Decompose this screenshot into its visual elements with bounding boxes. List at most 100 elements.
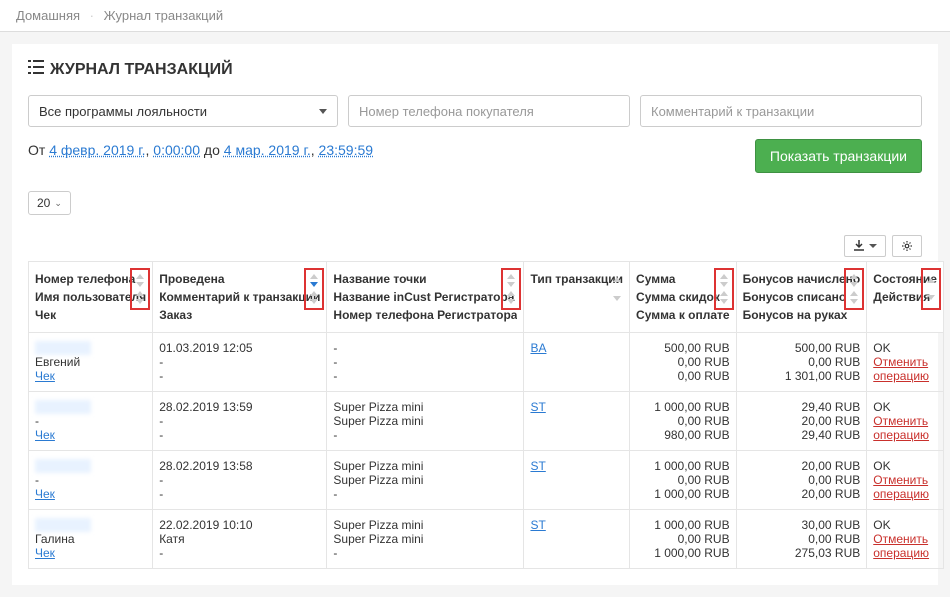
bonus-accrued: 29,40 RUB (743, 400, 861, 414)
state-label: OK (873, 400, 937, 414)
registrar-name: Super Pizza mini (333, 414, 517, 428)
sum-discount: 0,00 RUB (636, 473, 730, 487)
list-icon (28, 60, 44, 79)
from-time-link[interactable]: 0:00:00 (153, 142, 200, 158)
chevron-down-icon (319, 109, 327, 114)
tx-type-link[interactable]: ST (530, 459, 545, 473)
check-link[interactable]: Чек (35, 369, 55, 383)
tx-order: - (159, 487, 320, 501)
sum-total: 1 000,00 RUB (636, 459, 730, 473)
bonus-accrued: 20,00 RUB (743, 459, 861, 473)
registrar-phone: - (333, 487, 517, 501)
check-link[interactable]: Чек (35, 428, 55, 442)
sum-discount: 0,00 RUB (636, 414, 730, 428)
tx-date: 28.02.2019 13:58 (159, 459, 320, 473)
registrar-name: Super Pizza mini (333, 532, 517, 546)
table-row: ************ - Чек 28.02.2019 13:59 - - … (29, 392, 944, 451)
user-name: Галина (35, 532, 75, 546)
col-state[interactable]: СостояниеДействия (867, 262, 944, 333)
sort-indicator[interactable] (921, 268, 941, 310)
user-name: Евгений (35, 355, 80, 369)
bonus-accrued: 500,00 RUB (743, 341, 861, 355)
sum-topay: 0,00 RUB (636, 369, 730, 383)
bonus-balance: 1 301,00 RUB (743, 369, 861, 383)
point-name: Super Pizza mini (333, 459, 517, 473)
cancel-operation-link[interactable]: Отменить операцию (873, 532, 929, 560)
col-date[interactable]: ПроведенаКомментарий к транзакцииЗаказ (153, 262, 327, 333)
col-type[interactable]: Тип транзакции (524, 262, 630, 333)
col-phone[interactable]: Номер телефонаИмя пользователяЧек (29, 262, 153, 333)
phone-masked: ************ (35, 341, 91, 355)
tx-comment: - (159, 414, 320, 428)
to-date-link[interactable]: 4 мар. 2019 г. (224, 142, 311, 158)
point-name: Super Pizza mini (333, 518, 517, 532)
col-point[interactable]: Название точкиНазвание inCust Регистрато… (327, 262, 524, 333)
table-row: ************ Евгений Чек 01.03.2019 12:0… (29, 333, 944, 392)
chevron-down-icon: ⌄ (54, 198, 62, 209)
bonus-spent: 20,00 RUB (743, 414, 861, 428)
bonus-spent: 0,00 RUB (743, 473, 861, 487)
chevron-down-icon (869, 244, 877, 248)
sort-indicator[interactable] (844, 268, 864, 310)
phone-masked: ************ (35, 400, 91, 414)
sum-topay: 1 000,00 RUB (636, 546, 730, 560)
cancel-operation-link[interactable]: Отменить операцию (873, 414, 929, 442)
sum-total: 1 000,00 RUB (636, 400, 730, 414)
from-date-link[interactable]: 4 февр. 2019 г. (49, 142, 145, 158)
cancel-operation-link[interactable]: Отменить операцию (873, 473, 929, 501)
sort-indicator[interactable] (501, 268, 521, 310)
tx-type-link[interactable]: ST (530, 518, 545, 532)
table-row: ************ Галина Чек 22.02.2019 10:10… (29, 510, 944, 569)
sum-total: 1 000,00 RUB (636, 518, 730, 532)
tx-comment: - (159, 355, 320, 369)
loyalty-program-select[interactable]: Все программы лояльности (28, 95, 338, 127)
point-name: - (333, 341, 517, 355)
bonus-spent: 0,00 RUB (743, 532, 861, 546)
point-name: Super Pizza mini (333, 400, 517, 414)
tx-order: - (159, 428, 320, 442)
sort-indicator[interactable] (304, 268, 324, 310)
comment-filter-input[interactable] (651, 104, 911, 119)
tx-date: 22.02.2019 10:10 (159, 518, 320, 532)
sort-indicator[interactable] (714, 268, 734, 310)
registrar-name: Super Pizza mini (333, 473, 517, 487)
download-button[interactable] (844, 235, 886, 257)
page-size-select[interactable]: 20⌄ (28, 191, 71, 215)
sum-discount: 0,00 RUB (636, 532, 730, 546)
cancel-operation-link[interactable]: Отменить операцию (873, 355, 929, 383)
registrar-phone: - (333, 428, 517, 442)
sort-indicator[interactable] (130, 268, 150, 310)
show-transactions-button[interactable]: Показать транзакции (755, 139, 922, 173)
bonus-accrued: 30,00 RUB (743, 518, 861, 532)
registrar-phone: - (333, 546, 517, 560)
breadcrumb-current: Журнал транзакций (104, 8, 224, 23)
page-title: ЖУРНАЛ ТРАНЗАКЦИЙ (28, 60, 922, 79)
settings-button[interactable] (892, 235, 922, 257)
sum-total: 500,00 RUB (636, 341, 730, 355)
bonus-balance: 275,03 RUB (743, 546, 861, 560)
transactions-table: Номер телефонаИмя пользователяЧек Провед… (28, 261, 944, 569)
to-time-link[interactable]: 23:59:59 (319, 142, 374, 158)
check-link[interactable]: Чек (35, 487, 55, 501)
state-label: OK (873, 341, 937, 355)
bonus-spent: 0,00 RUB (743, 355, 861, 369)
check-link[interactable]: Чек (35, 546, 55, 560)
tx-type-link[interactable]: ST (530, 400, 545, 414)
tx-date: 28.02.2019 13:59 (159, 400, 320, 414)
sum-topay: 980,00 RUB (636, 428, 730, 442)
phone-masked: ************ (35, 518, 91, 532)
tx-order: - (159, 369, 320, 383)
bonus-balance: 20,00 RUB (743, 487, 861, 501)
phone-masked: ************ (35, 459, 91, 473)
breadcrumb-home[interactable]: Домашняя (16, 8, 80, 23)
tx-type-link[interactable]: BA (530, 341, 546, 355)
tx-date: 01.03.2019 12:05 (159, 341, 320, 355)
col-bonus[interactable]: Бонусов начисленоБонусов списаноБонусов … (736, 262, 867, 333)
sum-topay: 1 000,00 RUB (636, 487, 730, 501)
tx-order: - (159, 546, 320, 560)
tx-comment: - (159, 473, 320, 487)
breadcrumb: Домашняя · Журнал транзакций (0, 0, 950, 32)
sort-indicator[interactable] (607, 268, 627, 310)
phone-filter-input[interactable] (359, 104, 619, 119)
col-sum[interactable]: СуммаСумма скидокСумма к оплате (630, 262, 737, 333)
